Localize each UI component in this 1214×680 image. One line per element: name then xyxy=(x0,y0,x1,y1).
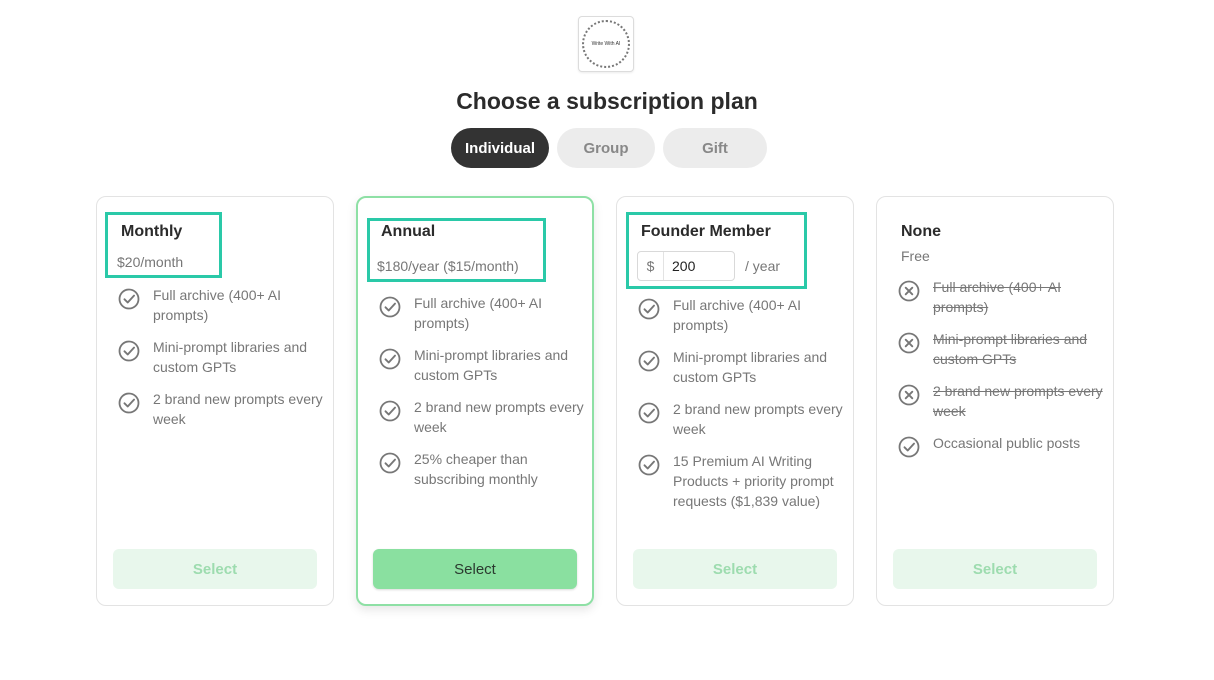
feature-item: 2 brand new prompts every week xyxy=(117,389,325,429)
page-title: Choose a subscription plan xyxy=(456,88,758,114)
feature-text: Mini-prompt libraries and custom GPTs xyxy=(673,349,828,385)
feature-item: Mini-prompt libraries and custom GPTs xyxy=(637,347,845,387)
feature-list: Full archive (400+ AI prompts) Mini-promp… xyxy=(897,277,1105,471)
amount-input-box: $ xyxy=(637,251,735,281)
check-circle-icon xyxy=(378,451,402,475)
check-circle-icon xyxy=(117,391,141,415)
feature-item: Full archive (400+ AI prompts) xyxy=(117,285,325,325)
plan-price: $20/month xyxy=(117,254,184,270)
tab-gift[interactable]: Gift xyxy=(663,128,767,168)
x-circle-icon xyxy=(897,383,921,407)
check-circle-icon xyxy=(378,295,402,319)
select-button[interactable]: Select xyxy=(633,549,837,589)
plan-price: Free xyxy=(901,248,930,264)
feature-text: 2 brand new prompts every week xyxy=(414,399,584,435)
select-button[interactable]: Select xyxy=(373,549,577,589)
plan-price: $180/year ($15/month) xyxy=(377,258,519,274)
plan-name: Annual xyxy=(381,223,436,240)
x-circle-icon xyxy=(897,331,921,355)
check-circle-icon xyxy=(637,349,661,373)
check-circle-icon xyxy=(117,339,141,363)
check-circle-icon xyxy=(897,435,921,459)
feature-item: Mini-prompt libraries and custom GPTs xyxy=(117,337,325,377)
feature-text: 2 brand new prompts every week xyxy=(933,383,1103,419)
feature-list: Full archive (400+ AI prompts) Mini-promp… xyxy=(378,293,584,501)
check-circle-icon xyxy=(378,399,402,423)
plan-card-founder[interactable]: Founder Member $ / year Full archive (40… xyxy=(616,196,854,606)
x-circle-icon xyxy=(897,279,921,303)
tab-individual[interactable]: Individual xyxy=(451,128,549,168)
feature-text: Mini-prompt libraries and custom GPTs xyxy=(414,347,569,383)
feature-text: 2 brand new prompts every week xyxy=(153,391,323,427)
feature-text: Full archive (400+ AI prompts) xyxy=(933,279,1062,315)
check-circle-icon xyxy=(117,287,141,311)
period-suffix: / year xyxy=(745,258,781,274)
feature-text: Full archive (400+ AI prompts) xyxy=(673,297,802,333)
feature-text: Occasional public posts xyxy=(933,435,1081,451)
feature-text: Full archive (400+ AI prompts) xyxy=(153,287,282,323)
amount-input[interactable] xyxy=(664,257,734,275)
feature-item: 25% cheaper than subscribing monthly xyxy=(378,449,584,489)
amount-field: $ / year xyxy=(637,251,780,281)
select-button[interactable]: Select xyxy=(113,549,317,589)
feature-text: 25% cheaper than subscribing monthly xyxy=(414,451,538,487)
select-button[interactable]: Select xyxy=(893,549,1097,589)
plan-name: Monthly xyxy=(121,223,183,240)
feature-text: Full archive (400+ AI prompts) xyxy=(414,295,543,331)
plan-type-tabs: Individual Group Gift xyxy=(451,128,767,168)
feature-item: Full archive (400+ AI prompts) xyxy=(637,295,845,335)
feature-text: 15 Premium AI Writing Products + priorit… xyxy=(673,453,834,509)
feature-item: Full archive (400+ AI prompts) xyxy=(378,293,584,333)
currency-prefix: $ xyxy=(638,252,664,280)
logo-text: Write With AI xyxy=(591,41,621,47)
plan-name: Founder Member xyxy=(641,223,771,240)
logo-badge: Write With AI xyxy=(582,20,630,68)
check-circle-icon xyxy=(637,297,661,321)
feature-item: 2 brand new prompts every week xyxy=(378,397,584,437)
check-circle-icon xyxy=(637,453,661,477)
feature-item: Mini-prompt libraries and custom GPTs xyxy=(897,329,1105,369)
feature-text: Mini-prompt libraries and custom GPTs xyxy=(153,339,308,375)
check-circle-icon xyxy=(378,347,402,371)
feature-item: 15 Premium AI Writing Products + priorit… xyxy=(637,451,845,511)
tab-group[interactable]: Group xyxy=(557,128,655,168)
plan-card-none[interactable]: None Free Full archive (400+ AI prompts)… xyxy=(876,196,1114,606)
feature-item: 2 brand new prompts every week xyxy=(637,399,845,439)
plan-name: None xyxy=(901,223,941,240)
plan-card-annual[interactable]: Annual $180/year ($15/month) Full archiv… xyxy=(356,196,594,606)
feature-list: Full archive (400+ AI prompts) Mini-promp… xyxy=(117,285,325,441)
feature-item: 2 brand new prompts every week xyxy=(897,381,1105,421)
feature-text: 2 brand new prompts every week xyxy=(673,401,843,437)
feature-item: Mini-prompt libraries and custom GPTs xyxy=(378,345,584,385)
feature-item: Occasional public posts xyxy=(897,433,1105,459)
feature-text: Mini-prompt libraries and custom GPTs xyxy=(933,331,1088,367)
plan-card-monthly[interactable]: Monthly $20/month Full archive (400+ AI … xyxy=(96,196,334,606)
feature-list: Full archive (400+ AI prompts) Mini-promp… xyxy=(637,295,845,523)
feature-item: Full archive (400+ AI prompts) xyxy=(897,277,1105,317)
logo: Write With AI xyxy=(578,16,634,72)
check-circle-icon xyxy=(637,401,661,425)
